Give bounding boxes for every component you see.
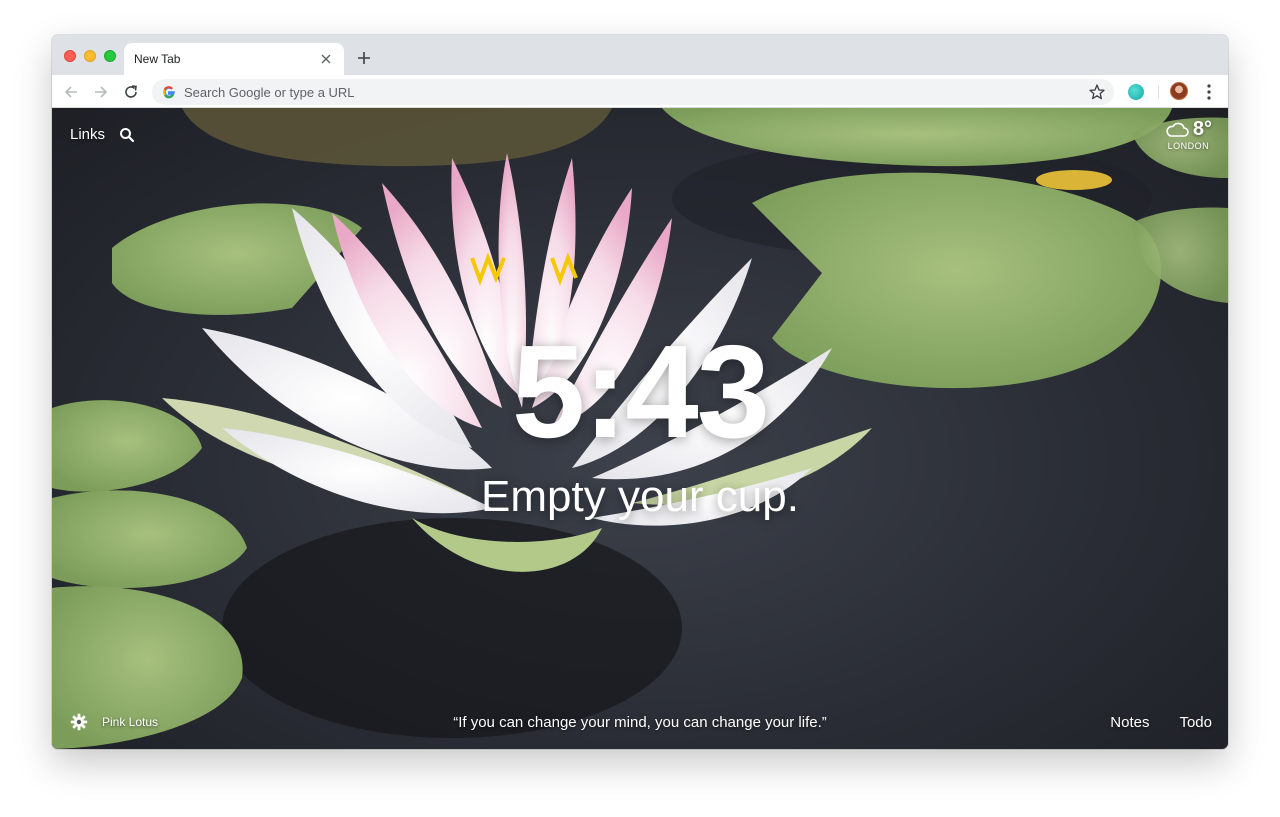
weather-location: LONDON	[1167, 141, 1210, 151]
window-controls	[64, 50, 116, 62]
cloud-icon	[1166, 122, 1189, 137]
bottom-right: Notes Todo	[1110, 714, 1212, 731]
bottom-left: Pink Lotus	[70, 713, 158, 731]
window-maximize-button[interactable]	[104, 50, 116, 62]
tab-new-tab[interactable]: New Tab	[124, 43, 344, 75]
links-button[interactable]: Links	[70, 126, 105, 143]
new-tab-dashboard: Links 8° LONDON 5:43 Empty your cup. Pin…	[52, 108, 1228, 749]
tab-title: New Tab	[134, 52, 181, 66]
star-icon[interactable]	[1088, 83, 1106, 101]
clock: 5:43	[511, 318, 770, 465]
weather-row: 8°	[1165, 118, 1212, 141]
window-minimize-button[interactable]	[84, 50, 96, 62]
close-icon[interactable]	[318, 51, 334, 67]
daily-quote[interactable]: “If you can change your mind, you can ch…	[453, 714, 827, 731]
mantra: Empty your cup.	[481, 472, 799, 521]
todo-button[interactable]: Todo	[1179, 714, 1212, 731]
omnibox[interactable]: Search Google or type a URL	[152, 79, 1114, 105]
omnibox-placeholder: Search Google or type a URL	[184, 84, 355, 100]
google-icon	[162, 86, 175, 99]
reload-icon[interactable]	[120, 81, 142, 103]
browser-window: New Tab Search Google or type a URL Link…	[52, 35, 1228, 749]
search-icon[interactable]	[119, 127, 135, 143]
tab-strip: New Tab	[52, 35, 1228, 75]
profile-avatar[interactable]	[1170, 82, 1188, 100]
back-icon[interactable]	[60, 81, 82, 103]
toolbar-divider	[1158, 85, 1159, 99]
notes-button[interactable]: Notes	[1110, 714, 1149, 731]
plus-icon[interactable]	[354, 48, 374, 68]
links-area: Links	[70, 126, 135, 143]
toolbar: Search Google or type a URL	[52, 75, 1228, 108]
weather-widget[interactable]: 8° LONDON	[1165, 118, 1212, 151]
window-close-button[interactable]	[64, 50, 76, 62]
gear-icon[interactable]	[70, 713, 88, 731]
menu-icon[interactable]	[1202, 82, 1216, 102]
photo-credit[interactable]: Pink Lotus	[102, 715, 158, 729]
extension-icon[interactable]	[1128, 84, 1144, 100]
forward-icon[interactable]	[90, 81, 112, 103]
weather-temperature: 8°	[1192, 118, 1212, 140]
